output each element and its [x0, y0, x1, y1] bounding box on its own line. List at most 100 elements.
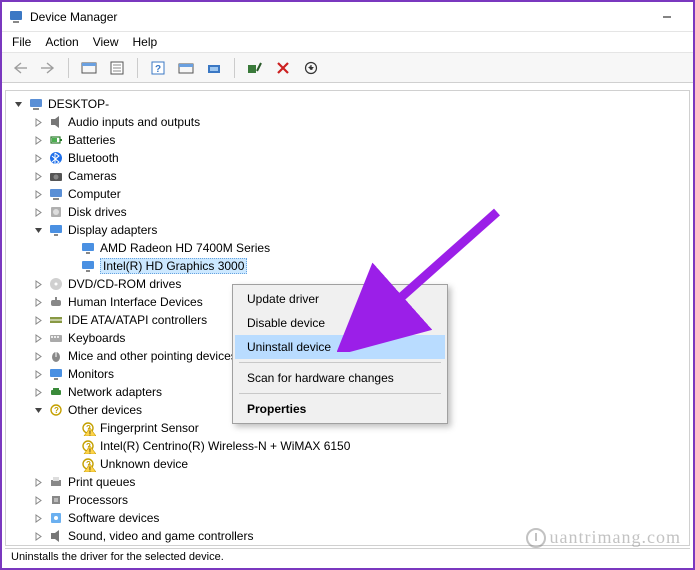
tree-category[interactable]: Batteries [12, 131, 689, 149]
category-label: Batteries [68, 133, 115, 147]
category-label: Software devices [68, 511, 159, 525]
device-icon [80, 240, 96, 256]
svg-text:?: ? [54, 406, 59, 415]
expand-icon[interactable] [32, 512, 44, 524]
category-icon [48, 384, 64, 400]
category-label: Cameras [68, 169, 117, 183]
category-icon [48, 330, 64, 346]
statusbar: Uninstalls the driver for the selected d… [5, 548, 690, 566]
minimize-button[interactable] [647, 3, 687, 31]
tree-device[interactable]: ?!Unknown device [12, 455, 689, 473]
device-icon: ?! [80, 456, 96, 472]
category-icon [48, 312, 64, 328]
tree-category[interactable]: Print queues [12, 473, 689, 491]
category-label: Keyboards [68, 331, 125, 345]
expand-icon[interactable] [32, 332, 44, 344]
cm-properties[interactable]: Properties [235, 397, 445, 421]
help-button[interactable]: ? [146, 56, 170, 80]
window-title: Device Manager [30, 10, 647, 24]
category-label: IDE ATA/ATAPI controllers [68, 313, 207, 327]
back-button[interactable] [8, 56, 32, 80]
expand-icon[interactable] [32, 530, 44, 542]
category-icon [48, 168, 64, 184]
category-icon [48, 294, 64, 310]
tree-device[interactable]: Intel(R) HD Graphics 3000 [12, 257, 689, 275]
tree-root[interactable]: DESKTOP- [12, 95, 689, 113]
collapse-icon[interactable] [32, 404, 44, 416]
category-label: Computer [68, 187, 121, 201]
expand-icon[interactable] [32, 494, 44, 506]
statusbar-text: Uninstalls the driver for the selected d… [11, 551, 224, 563]
category-icon: ? [48, 402, 64, 418]
device-icon: ?! [80, 438, 96, 454]
tree-device[interactable]: AMD Radeon HD 7400M Series [12, 239, 689, 257]
category-icon [48, 132, 64, 148]
tree-category[interactable]: Bluetooth [12, 149, 689, 167]
action-button[interactable] [174, 56, 198, 80]
category-label: Processors [68, 493, 128, 507]
cm-scan-hardware[interactable]: Scan for hardware changes [235, 366, 445, 390]
category-icon [48, 222, 64, 238]
expand-icon[interactable] [32, 350, 44, 362]
category-icon [48, 492, 64, 508]
toolbar-separator [234, 58, 235, 78]
category-label: Display adapters [68, 223, 157, 237]
category-label: Network adapters [68, 385, 162, 399]
svg-text:?: ? [155, 64, 161, 75]
toolbar-separator [137, 58, 138, 78]
category-label: Audio inputs and outputs [68, 115, 200, 129]
cm-separator [239, 393, 441, 394]
forward-button[interactable] [36, 56, 60, 80]
scan-hardware-button[interactable] [243, 56, 267, 80]
tree-category[interactable]: Disk drives [12, 203, 689, 221]
expand-icon[interactable] [32, 170, 44, 182]
expand-icon[interactable] [32, 314, 44, 326]
menu-view[interactable]: View [93, 35, 119, 49]
menu-action[interactable]: Action [45, 35, 78, 49]
expand-icon[interactable] [32, 296, 44, 308]
menubar: File Action View Help [2, 32, 693, 53]
tree-category[interactable]: Cameras [12, 167, 689, 185]
cm-update-driver[interactable]: Update driver [235, 287, 445, 311]
expand-icon[interactable] [32, 116, 44, 128]
collapse-icon[interactable] [12, 98, 24, 110]
svg-text:!: ! [89, 449, 91, 455]
tree-device[interactable]: ?!Intel(R) Centrino(R) Wireless-N + WiMA… [12, 437, 689, 455]
expand-icon[interactable] [32, 476, 44, 488]
expand-icon[interactable] [32, 134, 44, 146]
tree-category[interactable]: Display adapters [12, 221, 689, 239]
cm-disable-device[interactable]: Disable device [235, 311, 445, 335]
tree-category[interactable]: Audio inputs and outputs [12, 113, 689, 131]
tree-category[interactable]: Processors [12, 491, 689, 509]
properties-button[interactable] [105, 56, 129, 80]
tree-category[interactable]: Computer [12, 185, 689, 203]
update-driver-button[interactable] [202, 56, 226, 80]
expand-icon[interactable] [32, 152, 44, 164]
category-label: Sound, video and game controllers [68, 529, 253, 543]
disable-button[interactable] [299, 56, 323, 80]
expand-icon[interactable] [32, 386, 44, 398]
show-hidden-button[interactable] [77, 56, 101, 80]
category-label: Mice and other pointing devices [68, 349, 237, 363]
cm-uninstall-device[interactable]: Uninstall device [235, 335, 445, 359]
titlebar: Device Manager [2, 2, 693, 32]
menu-help[interactable]: Help [133, 35, 158, 49]
device-icon [80, 258, 96, 274]
category-label: Bluetooth [68, 151, 119, 165]
category-icon [48, 186, 64, 202]
tree-category[interactable]: Software devices [12, 509, 689, 527]
svg-text:!: ! [89, 467, 91, 473]
menu-file[interactable]: File [12, 35, 31, 49]
expand-icon[interactable] [32, 188, 44, 200]
device-icon: ?! [80, 420, 96, 436]
expand-icon[interactable] [32, 368, 44, 380]
expand-icon[interactable] [32, 206, 44, 218]
app-icon [8, 9, 24, 25]
uninstall-button[interactable] [271, 56, 295, 80]
svg-text:!: ! [89, 431, 91, 437]
collapse-icon[interactable] [32, 224, 44, 236]
category-label: Monitors [68, 367, 114, 381]
device-label: Intel(R) HD Graphics 3000 [100, 258, 247, 274]
watermark: uantrimang.com [526, 527, 681, 548]
expand-icon[interactable] [32, 278, 44, 290]
